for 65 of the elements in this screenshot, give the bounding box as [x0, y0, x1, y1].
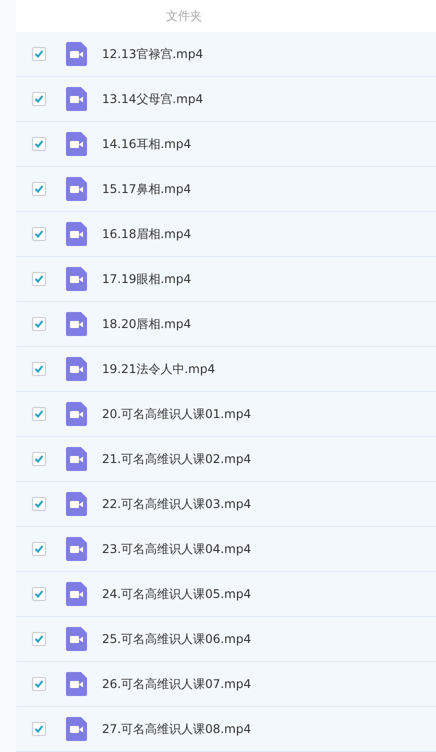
file-row[interactable]: 24.可名高维识人课05.mp4 [16, 572, 436, 617]
checkbox[interactable] [32, 452, 46, 466]
video-file-icon [66, 537, 87, 561]
checkbox[interactable] [32, 497, 46, 511]
checkbox[interactable] [32, 722, 46, 736]
checkbox[interactable] [32, 317, 46, 331]
video-file-icon [66, 717, 87, 741]
checkbox[interactable] [32, 47, 46, 61]
video-file-icon [66, 42, 87, 66]
checkbox[interactable] [32, 92, 46, 106]
file-name: 13.14父母宫.mp4 [102, 90, 204, 108]
video-file-icon [66, 447, 87, 471]
checkbox[interactable] [32, 632, 46, 646]
file-name: 27.可名高维识人课08.mp4 [102, 720, 252, 738]
video-file-icon [66, 357, 87, 381]
video-file-icon [66, 177, 87, 201]
file-name: 19.21法令人中.mp4 [102, 360, 216, 378]
checkbox[interactable] [32, 137, 46, 151]
video-file-icon [66, 87, 87, 111]
checkbox[interactable] [32, 542, 46, 556]
video-file-icon [66, 627, 87, 651]
file-row[interactable]: 12.13官禄宫.mp4 [16, 32, 436, 77]
file-name: 18.20唇相.mp4 [102, 316, 192, 332]
video-file-icon [66, 312, 87, 336]
video-file-icon [66, 582, 87, 606]
file-row[interactable]: 27.可名高维识人课08.mp4 [16, 707, 436, 752]
video-file-icon [66, 267, 87, 291]
file-row[interactable]: 22.可名高维识人课03.mp4 [16, 482, 436, 527]
file-row[interactable]: 19.21法令人中.mp4 [16, 347, 436, 392]
file-name: 21.可名高维识人课02.mp4 [102, 450, 252, 468]
folder-label: 文件夹 [166, 8, 202, 24]
video-file-icon [66, 672, 87, 696]
video-file-icon [66, 492, 87, 516]
checkbox[interactable] [32, 227, 46, 241]
file-name: 14.16耳相.mp4 [102, 136, 192, 152]
file-name: 16.18眉相.mp4 [102, 226, 192, 242]
file-name: 12.13官禄宫.mp4 [102, 46, 204, 62]
file-row[interactable]: 20.可名高维识人课01.mp4 [16, 392, 436, 437]
file-name: 17.19眼相.mp4 [102, 270, 192, 288]
file-row[interactable]: 14.16耳相.mp4 [16, 122, 436, 167]
checkbox[interactable] [32, 677, 46, 691]
file-name: 25.可名高维识人课06.mp4 [102, 630, 252, 648]
file-row[interactable]: 26.可名高维识人课07.mp4 [16, 662, 436, 707]
video-file-icon [66, 222, 87, 246]
checkbox[interactable] [32, 587, 46, 601]
file-row[interactable]: 23.可名高维识人课04.mp4 [16, 527, 436, 572]
checkbox[interactable] [32, 272, 46, 286]
checkbox[interactable] [32, 362, 46, 376]
file-row[interactable]: 25.可名高维识人课06.mp4 [16, 617, 436, 662]
file-row[interactable]: 15.17鼻相.mp4 [16, 167, 436, 212]
video-file-icon [66, 132, 87, 156]
file-name: 20.可名高维识人课01.mp4 [102, 406, 252, 422]
file-name: 26.可名高维识人课07.mp4 [102, 676, 252, 692]
file-name: 22.可名高维识人课03.mp4 [102, 496, 252, 512]
file-row[interactable]: 16.18眉相.mp4 [16, 212, 436, 257]
file-name: 15.17鼻相.mp4 [102, 180, 192, 198]
file-row[interactable]: 17.19眼相.mp4 [16, 257, 436, 302]
file-name: 24.可名高维识人课05.mp4 [102, 586, 252, 602]
video-file-icon [66, 402, 87, 426]
file-row[interactable]: 13.14父母宫.mp4 [16, 77, 436, 122]
file-name: 23.可名高维识人课04.mp4 [102, 540, 252, 558]
checkbox[interactable] [32, 182, 46, 196]
checkbox[interactable] [32, 407, 46, 421]
file-row[interactable]: 21.可名高维识人课02.mp4 [16, 437, 436, 482]
file-row[interactable]: 18.20唇相.mp4 [16, 302, 436, 347]
